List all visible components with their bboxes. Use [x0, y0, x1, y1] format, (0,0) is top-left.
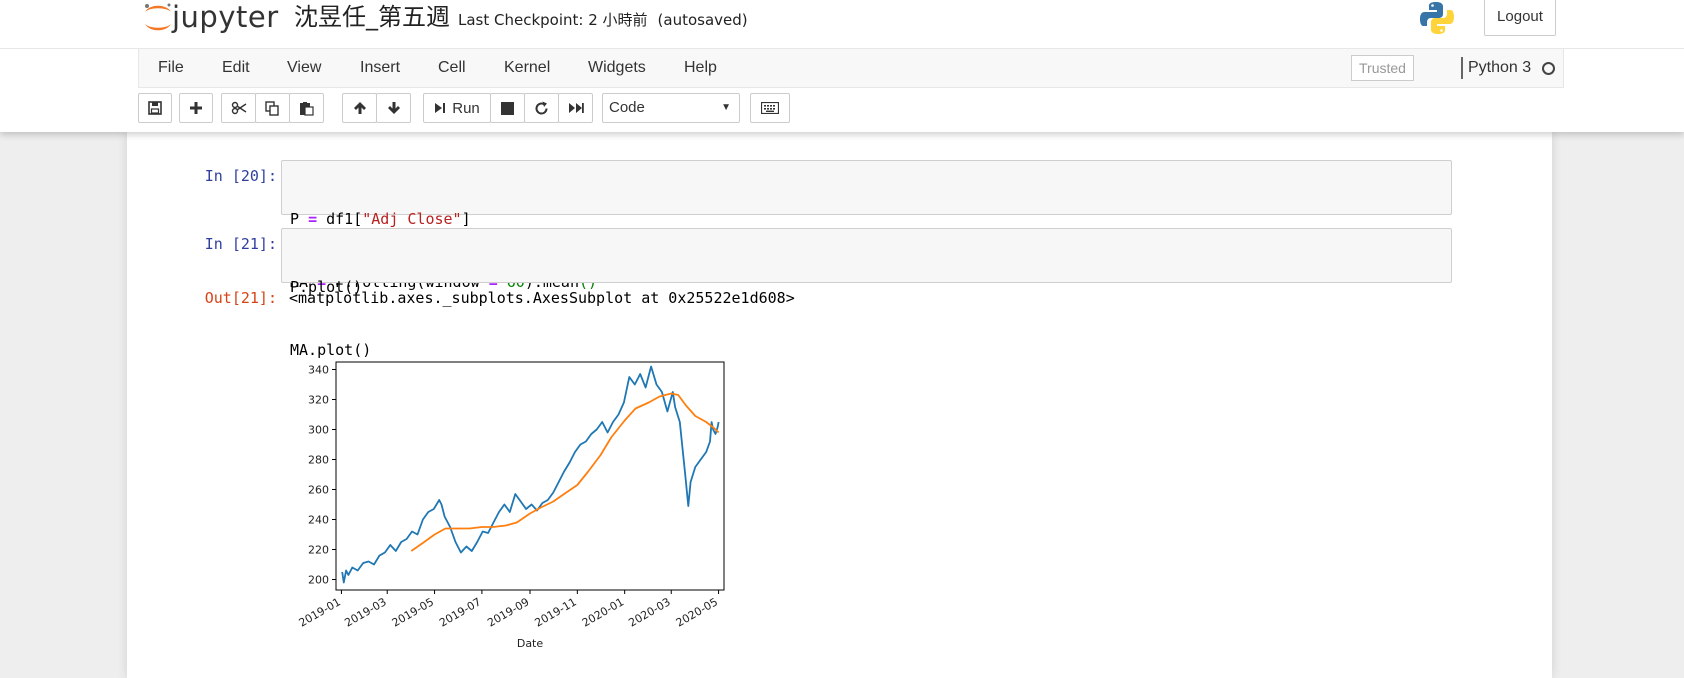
cell-type-value: Code — [609, 99, 645, 116]
keyboard-icon — [761, 102, 779, 114]
move-down-button[interactable] — [376, 93, 411, 123]
y-tick-label: 300 — [308, 424, 329, 437]
line-chart: 2002202402602803003203402019-01 2019-03 20… — [297, 361, 725, 650]
menu-widgets[interactable]: Widgets — [588, 49, 646, 87]
save-icon — [148, 101, 162, 115]
cell-21-input[interactable]: P.plot() MA.plot() — [281, 228, 1452, 359]
header-top-bar: jupyter 沈昱任_第五週 Last Checkpoint: 2 小時前 (a… — [0, 0, 1684, 49]
cell-20-prompt: In [20]: — [204, 167, 277, 185]
fast-forward-icon — [568, 103, 584, 113]
x-tick-label: 2020-05 — [674, 595, 720, 629]
move-up-button[interactable] — [342, 93, 377, 123]
y-tick-label: 280 — [308, 454, 329, 467]
command-palette-button[interactable] — [750, 93, 790, 123]
series-line-0 — [341, 365, 720, 584]
x-tick-label: 2020-01 — [580, 595, 626, 629]
x-tick-label: 2019-01 — [297, 595, 343, 629]
run-label: Run — [452, 99, 480, 117]
arrow-up-icon — [353, 102, 366, 114]
menu-cell[interactable]: Cell — [438, 49, 466, 87]
autosave-text: (autosaved) — [657, 11, 748, 29]
y-tick-label: 340 — [308, 364, 329, 377]
x-axis-label: Date — [517, 637, 544, 650]
x-tick-label: 2020-03 — [626, 595, 672, 629]
paste-button[interactable] — [289, 93, 324, 123]
jupyter-logo-icon[interactable] — [140, 0, 176, 36]
copy-button[interactable] — [255, 93, 290, 123]
stop-icon — [501, 101, 514, 115]
checkpoint-status: Last Checkpoint: 2 小時前 (autosaved) — [458, 9, 748, 30]
cell-21-out-prompt: Out[21]: — [204, 289, 277, 307]
y-tick-label: 240 — [308, 514, 329, 527]
code-line: P = df1["Adj Close"] — [290, 210, 471, 228]
run-icon — [435, 103, 446, 113]
notebook-name[interactable]: 沈昱任_第五週 — [294, 2, 450, 32]
cell-type-select[interactable]: Code ▼ — [602, 93, 740, 123]
menu-view[interactable]: View — [287, 49, 321, 87]
plus-icon — [190, 102, 202, 114]
paste-icon — [300, 101, 314, 116]
menu-help[interactable]: Help — [684, 49, 717, 87]
run-button[interactable]: Run — [423, 93, 491, 123]
cell-20-input[interactable]: P = df1["Adj Close"] MA = P.rolling(wind… — [281, 160, 1452, 291]
restart-run-all-button[interactable] — [558, 93, 593, 123]
toolbar: Run Code ▼ — [138, 93, 1562, 127]
menu-kernel[interactable]: Kernel — [504, 49, 550, 87]
x-tick-label: 2019-09 — [485, 595, 531, 629]
notebook-header: jupyter 沈昱任_第五週 Last Checkpoint: 2 小時前 (a… — [0, 0, 1684, 132]
jupyter-logo-text[interactable]: jupyter — [172, 0, 279, 34]
arrow-down-icon — [387, 102, 400, 114]
copy-icon — [265, 100, 279, 116]
plot-frame — [335, 361, 725, 591]
kernel-idle-icon — [1542, 62, 1555, 75]
cell-21-output-text: <matplotlib.axes._subplots.AxesSubplot a… — [289, 289, 795, 307]
menu-insert[interactable]: Insert — [360, 49, 400, 87]
notebook-container: In [20]: P = df1["Adj Close"] MA = P.rol… — [127, 132, 1552, 678]
save-button[interactable] — [138, 93, 172, 123]
x-tick-label: 2019-11 — [533, 595, 579, 629]
restart-icon — [535, 101, 548, 114]
y-tick-label: 260 — [308, 484, 329, 497]
x-tick-label: 2019-07 — [437, 595, 483, 629]
cell-21-prompt: In [21]: — [204, 235, 277, 253]
restart-button[interactable] — [524, 93, 559, 123]
logout-button[interactable]: Logout — [1484, 0, 1556, 36]
trusted-indicator[interactable]: Trusted — [1351, 55, 1414, 81]
insert-cell-button[interactable] — [179, 93, 213, 123]
scissors-icon — [231, 101, 246, 115]
cut-button[interactable] — [221, 93, 256, 123]
x-tick-label: 2019-03 — [342, 595, 388, 629]
checkpoint-text: Last Checkpoint: 2 小時前 — [458, 11, 648, 29]
caret-down-icon: ▼ — [721, 102, 731, 113]
y-tick-label: 200 — [308, 574, 329, 587]
menu-edit[interactable]: Edit — [222, 49, 250, 87]
kernel-name[interactable]: Python 3 — [1468, 49, 1531, 87]
x-tick-label: 2019-05 — [390, 595, 436, 629]
python-logo-icon — [1420, 2, 1454, 34]
interrupt-button[interactable] — [490, 93, 525, 123]
series-line-1 — [410, 392, 720, 552]
menu-file[interactable]: File — [158, 49, 184, 87]
menubar: File Edit View Insert Cell Kernel Widget… — [138, 49, 1564, 88]
kernel-separator — [1461, 57, 1463, 79]
y-tick-label: 320 — [308, 394, 329, 407]
y-tick-label: 220 — [308, 544, 329, 557]
